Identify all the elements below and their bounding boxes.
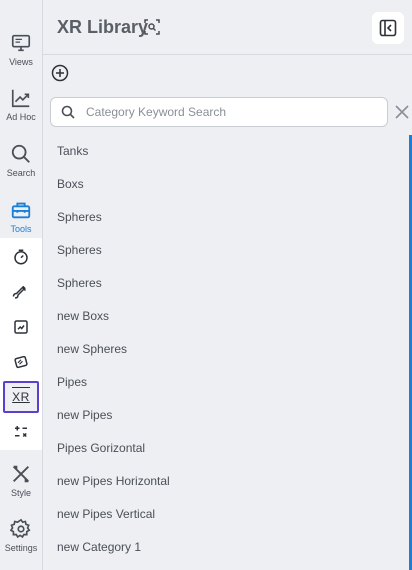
calculator-tool-button[interactable] xyxy=(3,416,39,448)
left-nav-rail: Views Ad Hoc Search Tools XR Style Setti… xyxy=(0,0,43,570)
category-list-item[interactable]: new Category 1 xyxy=(57,531,397,564)
chart-line-icon xyxy=(11,89,30,108)
category-list-item[interactable]: new Pipes Vertical xyxy=(57,498,397,531)
category-list-item[interactable]: new Spheres xyxy=(57,333,397,366)
collapse-panel-button[interactable] xyxy=(372,12,404,44)
nav-search[interactable]: Search xyxy=(0,133,42,189)
nav-views-label: Views xyxy=(9,57,33,67)
monitor-icon xyxy=(11,34,31,52)
category-search-box xyxy=(50,97,388,127)
category-list-item[interactable]: Pipes Gorizontal xyxy=(57,432,397,465)
category-list-item[interactable]: Spheres xyxy=(57,234,397,267)
nav-style-label: Style xyxy=(10,488,31,498)
tools-submenu: XR xyxy=(0,238,42,450)
nav-style[interactable]: Style xyxy=(0,453,42,509)
nav-ad-hoc-label: Ad Hoc xyxy=(6,112,36,122)
nav-search-label: Search xyxy=(6,168,36,178)
nav-settings[interactable]: Settings xyxy=(0,508,42,564)
category-list-item[interactable]: Pipes xyxy=(57,366,397,399)
category-list-item[interactable]: Tanks xyxy=(57,135,397,168)
nav-settings-label: Settings xyxy=(4,543,38,553)
xr-tool-button[interactable]: XR xyxy=(3,381,39,413)
gear-icon xyxy=(10,518,31,539)
category-list-item[interactable]: new Pipes Horizontal xyxy=(57,465,397,498)
category-list-item[interactable]: new Boxs xyxy=(57,300,397,333)
xr-library-panel: XR Library TanksBoxsSpheresSpheres xyxy=(43,0,412,570)
chart-card-tool-button[interactable] xyxy=(3,311,39,343)
category-list-item[interactable]: new Pipes xyxy=(57,399,397,432)
nav-tools-label: Tools xyxy=(10,224,32,234)
nav-ad-hoc[interactable]: Ad Hoc xyxy=(0,77,42,133)
nav-views[interactable]: Views xyxy=(0,22,42,78)
page-title: XR Library xyxy=(57,17,149,37)
gauge-icon xyxy=(14,249,28,265)
paint-brush-icon xyxy=(12,285,27,299)
calculator-icon xyxy=(15,426,27,438)
search-icon xyxy=(11,144,30,163)
clear-search-icon[interactable] xyxy=(394,104,410,120)
sidebar-collapse-icon xyxy=(379,19,397,37)
stack-icon xyxy=(14,355,28,369)
chart-card-icon xyxy=(14,320,28,334)
stack-tool-button[interactable] xyxy=(3,346,39,378)
nav-tools[interactable]: Tools xyxy=(0,189,42,245)
paint-tool-button[interactable] xyxy=(3,276,39,308)
category-list-item[interactable]: Spheres xyxy=(57,267,397,300)
panel-header: XR Library xyxy=(43,0,412,55)
category-list-item[interactable]: Boxs xyxy=(57,168,397,201)
add-circle-icon[interactable] xyxy=(51,64,69,82)
xr-icon: XR xyxy=(12,387,30,404)
toolbox-icon xyxy=(11,202,31,219)
search-icon xyxy=(61,105,75,119)
pencil-ruler-icon xyxy=(13,465,29,483)
gauge-tool-button[interactable] xyxy=(3,241,39,273)
panel-toolbar xyxy=(43,56,412,90)
category-list: Tanks Boxs Spheres Spheres Spheres new Boxs ne… xyxy=(43,135,412,570)
focus-search-icon[interactable] xyxy=(144,19,160,35)
category-list-item[interactable]: Spheres xyxy=(57,201,397,234)
category-search-input[interactable] xyxy=(86,102,381,122)
